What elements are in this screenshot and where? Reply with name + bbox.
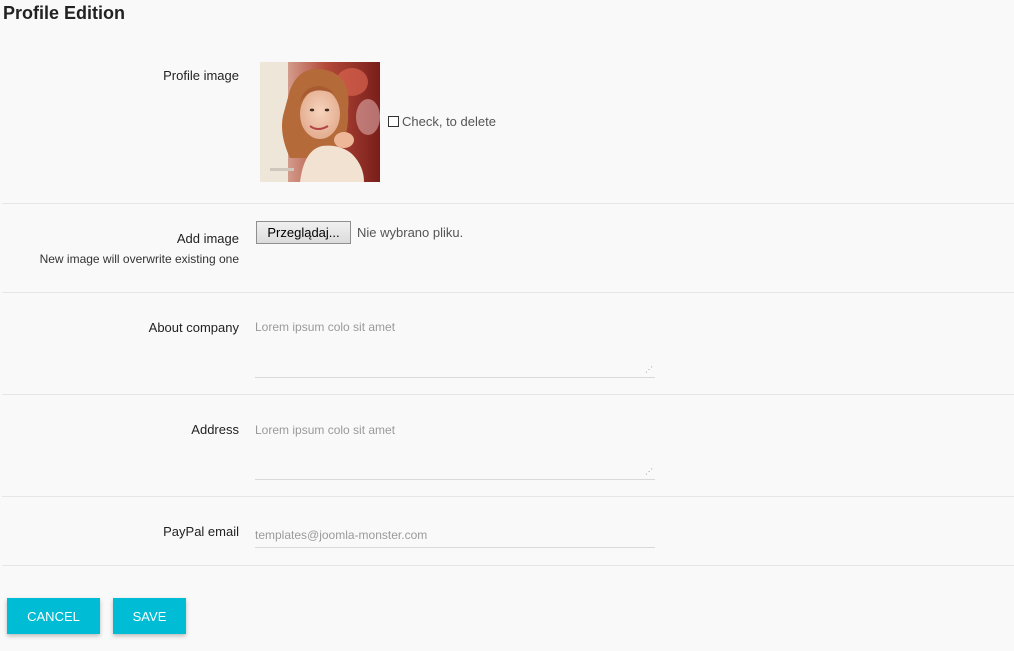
divider: [2, 292, 1014, 293]
delete-image-label: Check, to delete: [402, 114, 496, 129]
divider: [2, 203, 1014, 204]
divider: [2, 565, 1014, 566]
page-title: Profile Edition: [3, 3, 126, 23]
delete-image-option[interactable]: Check, to delete: [388, 114, 496, 129]
about-company-textarea[interactable]: [255, 320, 655, 378]
browse-file-button[interactable]: Przeglądaj...: [256, 221, 351, 244]
add-image-label: Add image: [176, 231, 239, 246]
resize-grip-icon[interactable]: ⋰: [645, 468, 653, 476]
resize-grip-icon[interactable]: ⋰: [645, 366, 653, 374]
file-status-text: Nie wybrano pliku.: [357, 225, 464, 240]
address-textarea[interactable]: [255, 423, 655, 480]
divider: [2, 394, 1014, 395]
profile-photo: [260, 62, 380, 182]
address-label: Address: [191, 422, 239, 437]
profile-photo-image: [260, 62, 380, 182]
delete-image-checkbox[interactable]: [388, 116, 399, 127]
paypal-email-input[interactable]: [255, 522, 655, 548]
paypal-email-label: PayPal email: [163, 524, 239, 539]
save-button[interactable]: SAVE: [113, 598, 186, 634]
cancel-button[interactable]: CANCEL: [7, 598, 100, 634]
about-company-label: About company: [148, 320, 239, 335]
profile-image-label: Profile image: [163, 68, 239, 83]
divider: [2, 496, 1014, 497]
add-image-hint: New image will overwrite existing one: [39, 252, 239, 266]
